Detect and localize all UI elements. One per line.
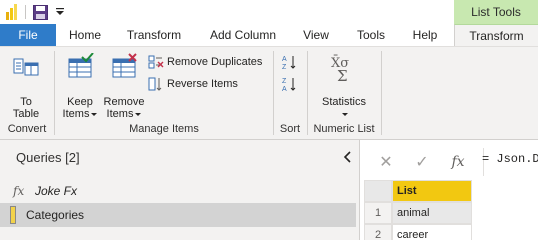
group-label-convert: Convert <box>7 123 47 135</box>
group-separator <box>381 51 382 135</box>
function-icon: fx <box>13 184 25 198</box>
remove-duplicates-icon <box>148 55 164 69</box>
collapse-pane-icon[interactable] <box>343 150 353 164</box>
to-table-icon <box>13 58 39 76</box>
query-item-categories[interactable]: Categories <box>0 203 356 227</box>
chevron-down-icon <box>91 112 98 116</box>
tab-help[interactable]: Help <box>404 24 446 46</box>
formula-buttons: ✕ ✓ fx <box>368 148 484 176</box>
formula-input[interactable]: = Json.D <box>482 152 538 166</box>
sort-ascending-icon: A Z <box>282 56 296 70</box>
tab-transform[interactable]: Transform <box>118 24 190 46</box>
statistics-label: Statistics <box>321 96 366 108</box>
to-table-button[interactable]: To Table <box>6 53 46 120</box>
svg-text:A: A <box>282 86 287 92</box>
ribbon: To Table Convert Keep Items Remove Items <box>0 46 538 140</box>
list-icon <box>10 206 16 224</box>
queries-pane: Queries [2] fx Joke Fx Categories <box>0 140 360 240</box>
remove-duplicates-label: Remove Duplicates <box>167 56 263 68</box>
check-icon[interactable]: ✓ <box>404 152 440 172</box>
tab-file[interactable]: File <box>0 24 56 46</box>
to-table-label-line2: Table <box>12 108 40 120</box>
statistics-caret-wrap <box>314 108 374 120</box>
statistics-label-wrap: Statistics <box>314 96 374 108</box>
group-label-sort: Sort <box>279 123 301 135</box>
tab-tools[interactable]: Tools <box>348 24 394 46</box>
keep-items-button[interactable]: Keep Items <box>60 52 100 120</box>
queries-header: Queries [2] <box>16 150 80 165</box>
statistics-icon: X̄σ Σ <box>331 55 349 85</box>
sort-ascending-button[interactable]: A Z <box>282 53 301 71</box>
remove-duplicates-button[interactable]: Remove Duplicates <box>148 53 262 71</box>
table-cell[interactable]: career <box>392 224 472 240</box>
to-table-label-line1: To <box>20 96 32 108</box>
formula-bar: ✕ ✓ fx = Json.D <box>360 140 538 184</box>
tab-home[interactable]: Home <box>62 24 108 46</box>
remove-items-label-line2-wrap: Items <box>102 108 146 120</box>
reverse-items-button[interactable]: Reverse Items <box>148 75 238 93</box>
reverse-items-icon <box>148 77 162 91</box>
ribbon-tab-strip: File Home Transform Add Column View Tool… <box>0 24 538 46</box>
query-name: Categories <box>26 208 85 222</box>
group-label-numeric-list: Numeric List <box>313 123 375 135</box>
save-icon[interactable] <box>33 5 48 20</box>
svg-text:Z: Z <box>282 78 287 85</box>
grid-corner[interactable] <box>364 180 392 202</box>
chevron-down-icon <box>135 112 142 116</box>
chevron-down-icon <box>342 112 348 116</box>
remove-items-button[interactable]: Remove Items <box>102 53 146 120</box>
keep-items-label-line2: Items <box>62 108 90 120</box>
query-item-joke-fx[interactable]: fx Joke Fx <box>0 179 356 203</box>
group-label-manage-items: Manage Items <box>129 123 199 135</box>
tab-add-column[interactable]: Add Column <box>200 24 286 46</box>
sort-descending-icon: Z A <box>282 78 296 92</box>
toolbar-separator <box>25 5 26 19</box>
svg-text:Σ: Σ <box>337 67 348 83</box>
keep-items-label-line2-wrap: Items <box>60 108 100 120</box>
row-number[interactable]: 1 <box>364 202 392 224</box>
keep-items-label-line1: Keep <box>67 96 93 108</box>
cancel-icon[interactable]: ✕ <box>368 152 404 172</box>
remove-items-label-line1: Remove <box>103 96 145 108</box>
tab-list-transform[interactable]: Transform <box>454 24 538 46</box>
table-cell[interactable]: animal <box>392 202 472 224</box>
column-header[interactable]: List <box>392 180 472 202</box>
function-icon[interactable]: fx <box>440 154 476 170</box>
list-tools-context-header: List Tools <box>454 0 538 24</box>
statistics-button[interactable]: X̄σ Σ Statistics <box>314 53 374 120</box>
customize-toolbar-dropdown-icon[interactable] <box>55 4 65 18</box>
sort-descending-button[interactable]: Z A <box>282 75 301 93</box>
query-name: Joke Fx <box>35 184 78 198</box>
svg-text:Z: Z <box>282 64 287 70</box>
row-number[interactable]: 2 <box>364 224 392 240</box>
powerbi-logo-icon <box>6 4 17 20</box>
keep-items-icon <box>68 52 94 78</box>
remove-items-icon <box>112 53 137 78</box>
data-grid: List 1 animal 2 career <box>364 180 538 240</box>
remove-items-label-line2: Items <box>106 108 134 120</box>
tab-view[interactable]: View <box>296 24 336 46</box>
reverse-items-label: Reverse Items <box>167 78 238 90</box>
svg-text:A: A <box>282 56 287 63</box>
group-separator <box>54 51 55 135</box>
